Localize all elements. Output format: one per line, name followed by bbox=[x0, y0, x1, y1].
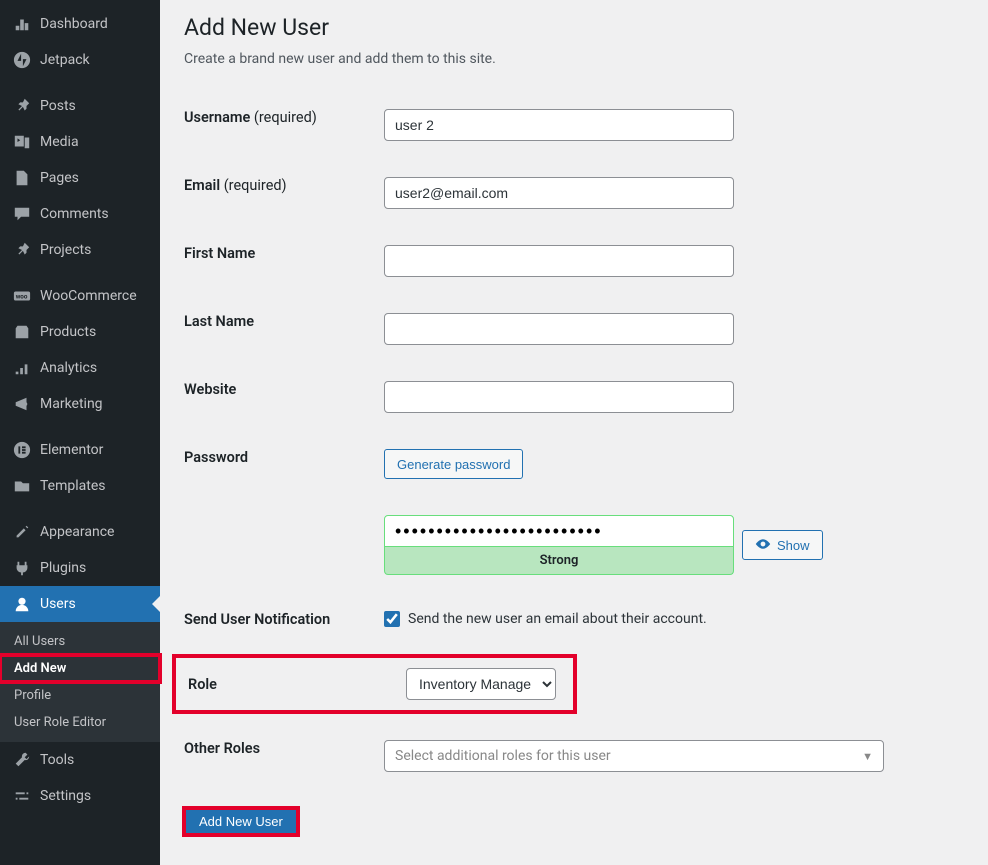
page-title: Add New User bbox=[184, 14, 964, 41]
comment-icon bbox=[12, 204, 32, 224]
sidebar-item-label: Tools bbox=[40, 752, 74, 768]
sidebar-item-label: Templates bbox=[40, 478, 106, 494]
password-label: Password bbox=[184, 431, 384, 497]
sidebar-item-dashboard[interactable]: Dashboard bbox=[0, 6, 160, 42]
sidebar-item-label: WooCommerce bbox=[40, 288, 137, 304]
sidebar-item-posts[interactable]: Posts bbox=[0, 88, 160, 124]
plugins-icon bbox=[12, 558, 32, 578]
elementor-icon bbox=[12, 440, 32, 460]
sidebar-item-elementor[interactable]: Elementor bbox=[0, 432, 160, 468]
role-row-highlight: Role Inventory Manager bbox=[172, 654, 577, 714]
sidebar-item-label: Products bbox=[40, 324, 96, 340]
notification-checkbox-row[interactable]: Send the new user an email about their a… bbox=[384, 611, 954, 627]
notification-label: Send User Notification bbox=[184, 593, 384, 646]
role-select[interactable]: Inventory Manager bbox=[406, 668, 556, 700]
sidebar-item-analytics[interactable]: Analytics bbox=[0, 350, 160, 386]
sidebar-item-label: Marketing bbox=[40, 396, 103, 412]
firstname-input[interactable] bbox=[384, 245, 734, 277]
svg-text:woo: woo bbox=[16, 293, 28, 301]
add-user-form: Username (required) Email (required) Fir… bbox=[184, 91, 964, 790]
sidebar-item-label: Jetpack bbox=[40, 52, 90, 68]
sidebar-item-jetpack[interactable]: Jetpack bbox=[0, 42, 160, 78]
sidebar-item-label: Plugins bbox=[40, 560, 86, 576]
page-description: Create a brand new user and add them to … bbox=[184, 51, 964, 67]
sidebar-item-tools[interactable]: Tools bbox=[0, 742, 160, 778]
sidebar-item-label: Media bbox=[40, 134, 79, 150]
username-label: Username (required) bbox=[184, 91, 384, 159]
sidebar-item-label: Dashboard bbox=[40, 16, 108, 32]
other-roles-select[interactable]: Select additional roles for this user ▼ bbox=[384, 740, 884, 772]
sidebar-item-marketing[interactable]: Marketing bbox=[0, 386, 160, 422]
main-content: Add New User Create a brand new user and… bbox=[160, 0, 988, 865]
email-label: Email (required) bbox=[184, 159, 384, 227]
sidebar-item-users[interactable]: Users bbox=[0, 586, 160, 622]
email-input[interactable] bbox=[384, 177, 734, 209]
media-icon bbox=[12, 132, 32, 152]
username-input[interactable] bbox=[384, 109, 734, 141]
submenu-user-role-editor[interactable]: User Role Editor bbox=[0, 709, 160, 736]
generate-password-button[interactable]: Generate password bbox=[384, 449, 523, 479]
dashboard-icon bbox=[12, 14, 32, 34]
sidebar-item-label: Analytics bbox=[40, 360, 97, 376]
users-submenu: All Users Add New Profile User Role Edit… bbox=[0, 622, 160, 742]
sidebar-item-comments[interactable]: Comments bbox=[0, 196, 160, 232]
role-label: Role bbox=[188, 676, 406, 693]
sidebar-item-templates[interactable]: Templates bbox=[0, 468, 160, 504]
submenu-profile[interactable]: Profile bbox=[0, 682, 160, 709]
pages-icon bbox=[12, 168, 32, 188]
chevron-down-icon: ▼ bbox=[862, 750, 873, 763]
sidebar-item-label: Projects bbox=[40, 242, 91, 258]
analytics-icon bbox=[12, 358, 32, 378]
sidebar-item-label: Pages bbox=[40, 170, 79, 186]
sidebar-item-label: Comments bbox=[40, 206, 109, 222]
eye-icon bbox=[755, 536, 771, 555]
lastname-input[interactable] bbox=[384, 313, 734, 345]
sidebar-item-label: Appearance bbox=[40, 524, 114, 540]
sidebar-item-label: Settings bbox=[40, 788, 91, 804]
password-strength-meter: Strong bbox=[384, 547, 734, 575]
jetpack-icon bbox=[12, 50, 32, 70]
pin-icon bbox=[12, 96, 32, 116]
submenu-all-users[interactable]: All Users bbox=[0, 628, 160, 655]
tools-icon bbox=[12, 750, 32, 770]
sidebar-item-label: Posts bbox=[40, 98, 76, 114]
users-icon bbox=[12, 594, 32, 614]
notification-checkbox[interactable] bbox=[384, 611, 400, 627]
sidebar-item-media[interactable]: Media bbox=[0, 124, 160, 160]
settings-icon bbox=[12, 786, 32, 806]
sidebar-item-pages[interactable]: Pages bbox=[0, 160, 160, 196]
marketing-icon bbox=[12, 394, 32, 414]
sidebar-item-appearance[interactable]: Appearance bbox=[0, 514, 160, 550]
firstname-label: First Name bbox=[184, 227, 384, 295]
sidebar-item-settings[interactable]: Settings bbox=[0, 778, 160, 814]
sidebar-item-products[interactable]: Products bbox=[0, 314, 160, 350]
templates-icon bbox=[12, 476, 32, 496]
website-input[interactable] bbox=[384, 381, 734, 413]
other-roles-placeholder: Select additional roles for this user bbox=[395, 748, 611, 764]
sidebar-item-projects[interactable]: Projects bbox=[0, 232, 160, 268]
submenu-add-new[interactable]: Add New bbox=[0, 655, 160, 682]
products-icon bbox=[12, 322, 32, 342]
admin-sidebar: Dashboard Jetpack Posts Media Pages Comm… bbox=[0, 0, 160, 865]
other-roles-label: Other Roles bbox=[184, 722, 384, 790]
sidebar-item-woocommerce[interactable]: woo WooCommerce bbox=[0, 278, 160, 314]
password-input[interactable] bbox=[384, 515, 734, 547]
sidebar-item-label: Elementor bbox=[40, 442, 103, 458]
notification-text: Send the new user an email about their a… bbox=[408, 611, 707, 627]
sidebar-item-plugins[interactable]: Plugins bbox=[0, 550, 160, 586]
lastname-label: Last Name bbox=[184, 295, 384, 363]
sidebar-item-label: Users bbox=[40, 596, 76, 612]
appearance-icon bbox=[12, 522, 32, 542]
pin-icon bbox=[12, 240, 32, 260]
website-label: Website bbox=[184, 363, 384, 431]
show-password-button[interactable]: Show bbox=[742, 530, 823, 560]
woo-icon: woo bbox=[12, 286, 32, 306]
add-new-user-button[interactable]: Add New User bbox=[184, 808, 298, 835]
